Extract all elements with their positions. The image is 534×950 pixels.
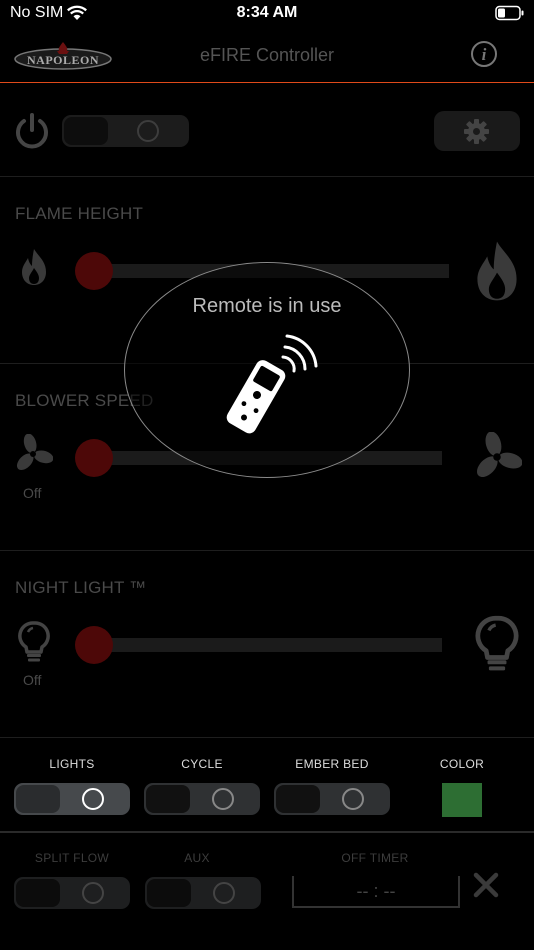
clock: 8:34 AM	[236, 4, 298, 21]
power-toggle[interactable]	[62, 115, 189, 147]
night-light-label: NIGHT LIGHT ™	[15, 578, 147, 597]
status-bar: No SIM 8:34 AM	[0, 0, 534, 28]
aux-label: AUX	[184, 851, 210, 865]
color-swatch[interactable]	[442, 783, 482, 817]
divider	[0, 737, 534, 738]
off-timer-label: OFF TIMER	[341, 851, 409, 865]
nav-bar: NAPOLEON eFIRE Controller i	[0, 28, 534, 83]
flame-height-thumb[interactable]	[75, 252, 113, 290]
lights-toggle-knob	[82, 788, 104, 810]
night-light-track[interactable]	[93, 638, 442, 652]
large-flame-icon	[477, 241, 517, 301]
split-flow-toggle[interactable]	[14, 877, 130, 909]
night-light-state: Off	[23, 672, 42, 688]
blower-speed-thumb[interactable]	[75, 439, 113, 477]
split-flow-toggle-knob	[82, 882, 104, 904]
ember-bed-toggle[interactable]	[274, 783, 390, 815]
lights-toggle[interactable]	[14, 783, 130, 815]
split-flow-toggle-well	[16, 879, 60, 907]
off-timer-value: -- : --	[356, 881, 396, 901]
lights-toggle-well	[16, 785, 60, 813]
split-flow-label: SPLIT FLOW	[34, 851, 110, 865]
divider	[0, 550, 534, 551]
cycle-label: CYCLE	[181, 757, 223, 771]
close-icon[interactable]	[473, 872, 499, 898]
aux-toggle-well	[147, 879, 191, 907]
small-flame-icon	[22, 249, 46, 285]
power-toggle-well	[64, 117, 108, 145]
cycle-toggle-knob	[212, 788, 234, 810]
remote-control-icon	[226, 334, 318, 434]
battery-icon	[495, 5, 524, 21]
divider	[0, 831, 534, 833]
aux-toggle-knob	[213, 882, 235, 904]
ember-bed-label: EMBER BED	[295, 757, 369, 771]
flame-height-label: FLAME HEIGHT	[15, 204, 144, 223]
night-light-thumb[interactable]	[75, 626, 113, 664]
divider	[0, 176, 534, 177]
cycle-toggle[interactable]	[144, 783, 260, 815]
app-title: eFIRE Controller	[199, 45, 335, 65]
large-fan-icon	[476, 432, 522, 478]
blower-state: Off	[23, 485, 42, 501]
aux-toggle[interactable]	[145, 877, 261, 909]
power-toggle-knob	[137, 120, 159, 142]
small-bulb-icon	[18, 621, 50, 662]
overlay-message: Remote is in use	[192, 295, 342, 317]
small-fan-icon	[16, 434, 53, 471]
info-icon[interactable]: i	[470, 40, 498, 68]
svg-text:i: i	[482, 45, 487, 64]
remote-in-use-overlay: Remote is in use	[124, 262, 410, 478]
ember-bed-toggle-well	[276, 785, 320, 813]
power-icon[interactable]	[13, 112, 51, 152]
off-timer-field[interactable]: -- : --	[292, 876, 460, 908]
settings-button[interactable]	[434, 111, 520, 151]
cycle-toggle-well	[146, 785, 190, 813]
lights-label: LIGHTS	[49, 757, 95, 771]
color-label: COLOR	[439, 757, 485, 771]
large-bulb-icon	[475, 615, 519, 671]
ember-bed-toggle-knob	[342, 788, 364, 810]
gear-icon	[464, 119, 489, 144]
